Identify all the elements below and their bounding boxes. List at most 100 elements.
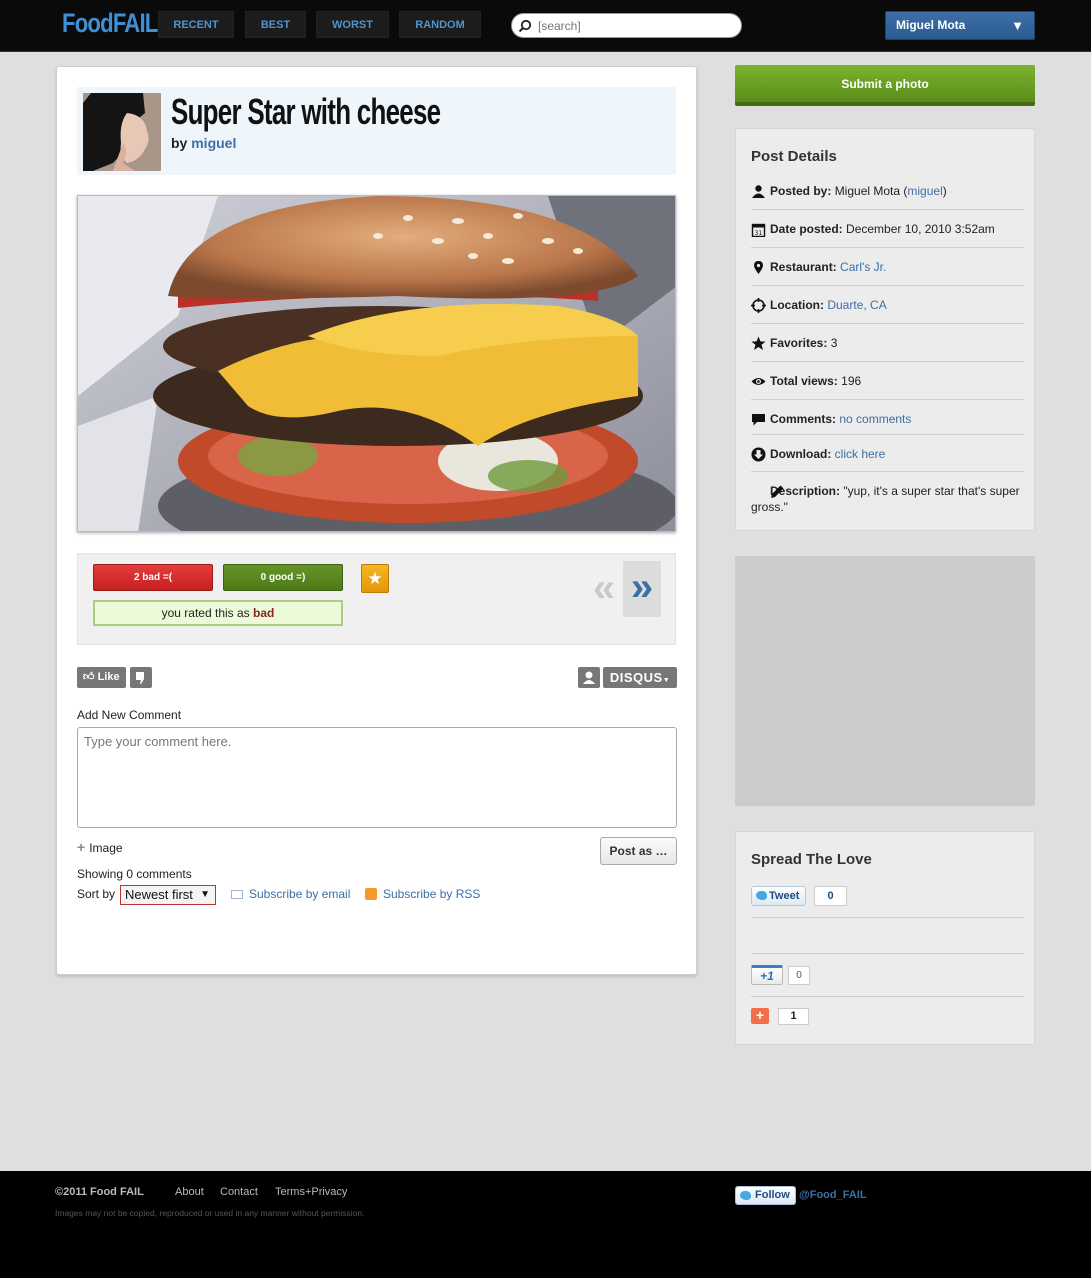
- author-link[interactable]: miguel: [191, 135, 236, 151]
- next-post-arrow-icon[interactable]: »: [623, 561, 661, 617]
- user-name: Miguel Mota: [896, 18, 966, 32]
- detail-value: 196: [841, 374, 862, 388]
- disqus-menu-button[interactable]: DISQUS▼: [603, 667, 677, 688]
- subscribe-email-link[interactable]: Subscribe by email: [231, 887, 350, 901]
- footer-link-terms[interactable]: Terms+Privacy: [275, 1186, 347, 1198]
- search-input[interactable]: [538, 18, 733, 34]
- mail-icon: [231, 890, 243, 899]
- post-details-panel: Post Details Posted by: Miguel Mota (mig…: [735, 128, 1035, 531]
- google-plus-count: 0: [788, 966, 810, 985]
- post-detail-row: Posted by: Miguel Mota (miguel): [751, 179, 1024, 209]
- subscribe-rss-link[interactable]: Subscribe by RSS: [365, 887, 480, 901]
- twitter-follow-button[interactable]: Follow: [735, 1186, 796, 1205]
- like-button[interactable]: 👍︎ Like: [77, 667, 126, 688]
- chevron-down-icon: ▼: [200, 889, 210, 900]
- tweet-label: Tweet: [769, 890, 800, 902]
- nav-worst[interactable]: WORST: [316, 11, 389, 38]
- post-title: Super Star with cheese: [171, 91, 441, 132]
- twitter-handle-link[interactable]: @Food_FAIL: [799, 1189, 867, 1201]
- post-detail-row: Comments: no comments: [751, 399, 1024, 434]
- rated-value: bad: [253, 606, 275, 620]
- detail-link[interactable]: no comments: [839, 412, 911, 426]
- plus-icon: +: [77, 839, 86, 855]
- post-header: Super Star with cheese by miguel: [77, 87, 676, 175]
- svg-text:31: 31: [755, 230, 763, 237]
- post-byline: by miguel: [171, 135, 236, 151]
- post-detail-row: Restaurant: Carl's Jr.: [751, 247, 1024, 285]
- spread-the-love-panel: Spread The Love Tweet 0 +1 0 + 1: [735, 831, 1035, 1045]
- sort-value: Newest first: [125, 887, 193, 902]
- detail-suffix: ): [942, 184, 947, 198]
- site-logo[interactable]: FoodFAIL: [62, 8, 158, 39]
- post-detail-row: Download: click here: [751, 434, 1024, 471]
- nav-recent[interactable]: RECENT: [158, 11, 234, 38]
- crosshair-icon: [751, 298, 766, 313]
- thumbs-down-icon: [136, 672, 144, 684]
- nav-random[interactable]: RANDOM: [399, 11, 481, 38]
- submit-photo-button[interactable]: Submit a photo: [735, 65, 1035, 106]
- post-card: Super Star with cheese by miguel 2 bad =…: [56, 66, 697, 975]
- user-icon: [751, 184, 766, 199]
- detail-value: 3: [830, 336, 838, 350]
- copyright: ©2011 Food FAIL: [55, 1186, 144, 1198]
- vote-good-button[interactable]: 0 good =): [223, 564, 343, 591]
- user-menu-button[interactable]: Miguel Mota ▼: [885, 11, 1035, 40]
- post-detail-row: 31 Date posted: December 10, 2010 3:52am: [751, 209, 1024, 247]
- food-photo[interactable]: [77, 195, 676, 532]
- sort-select[interactable]: Newest first ▼: [120, 885, 216, 905]
- disqus-user-button[interactable]: [578, 667, 600, 688]
- subscribe-email-label: Subscribe by email: [249, 887, 351, 901]
- detail-value: December 10, 2010 3:52am: [846, 222, 995, 236]
- detail-value: Miguel Mota (: [834, 184, 908, 198]
- thumbs-up-icon: 👍︎: [83, 671, 95, 683]
- vote-bad-button[interactable]: 2 bad =(: [93, 564, 213, 591]
- nav-best[interactable]: BEST: [245, 11, 306, 38]
- detail-label: Comments:: [770, 412, 837, 426]
- search-icon: [518, 19, 532, 33]
- follow-label: Follow: [755, 1189, 790, 1201]
- rss-icon: [365, 888, 377, 900]
- footer-link-about[interactable]: About: [175, 1186, 204, 1198]
- twitter-bird-icon: [740, 1191, 751, 1200]
- user-icon: [583, 671, 595, 684]
- dislike-button[interactable]: [130, 667, 152, 688]
- rated-message: you rated this as bad: [93, 600, 343, 626]
- addthis-count: 1: [778, 1008, 809, 1025]
- spread-title: Spread The Love: [751, 851, 872, 868]
- copyright-note: Images may not be copied, reproduced or …: [55, 1208, 365, 1218]
- disqus-label: DISQUS: [609, 670, 663, 685]
- twitter-bird-icon: [756, 891, 767, 900]
- rated-prefix: you rated this as: [161, 606, 250, 620]
- download-icon: [751, 447, 766, 462]
- detail-label: Favorites:: [770, 336, 828, 350]
- favorite-star-icon[interactable]: ★: [361, 564, 389, 593]
- speech-bubble-icon: [751, 412, 766, 427]
- detail-link[interactable]: miguel: [907, 184, 942, 198]
- sort-label: Sort by: [77, 887, 116, 901]
- post-detail-row: Favorites: 3: [751, 323, 1024, 361]
- top-navigation-bar: FoodFAIL RECENT BEST WORST RANDOM Miguel…: [0, 0, 1091, 52]
- star-icon: [751, 336, 766, 351]
- detail-label: Download:: [770, 447, 832, 461]
- google-plus-one-button[interactable]: +1: [751, 965, 783, 985]
- add-comment-label: Add New Comment: [77, 708, 182, 722]
- post-comment-button[interactable]: Post as …: [600, 837, 677, 865]
- footer-link-contact[interactable]: Contact: [220, 1186, 258, 1198]
- detail-label: Date posted:: [770, 222, 843, 236]
- previous-post-arrow-icon[interactable]: «: [588, 562, 620, 618]
- detail-link[interactable]: Duarte, CA: [827, 298, 886, 312]
- attach-image-link[interactable]: + Image: [77, 839, 123, 855]
- subscribe-rss-label: Subscribe by RSS: [383, 887, 481, 901]
- advertisement-placeholder: [735, 556, 1035, 806]
- comment-textarea[interactable]: [77, 727, 677, 828]
- author-avatar[interactable]: [83, 93, 161, 171]
- post-detail-row: Location: Duarte, CA: [751, 285, 1024, 323]
- tweet-count: 0: [814, 886, 847, 906]
- divider: [751, 953, 1024, 954]
- detail-label: Restaurant:: [770, 260, 837, 274]
- detail-link[interactable]: Carl's Jr.: [840, 260, 886, 274]
- detail-link[interactable]: click here: [835, 447, 886, 461]
- tweet-button[interactable]: Tweet: [751, 886, 806, 906]
- comment-count-text: Showing 0 comments: [77, 867, 192, 881]
- addthis-plus-icon[interactable]: +: [751, 1008, 769, 1024]
